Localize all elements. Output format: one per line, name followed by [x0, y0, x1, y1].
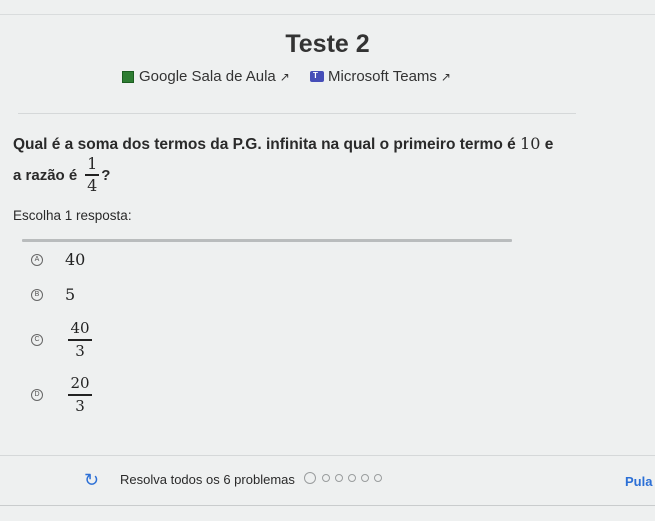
option-a[interactable]: A 40 [31, 250, 85, 269]
answer-instruction: Escolha 1 resposta: [13, 208, 132, 223]
option-b-radio[interactable]: B [31, 288, 43, 301]
option-d-denominator: 3 [75, 396, 85, 415]
option-a-value: 40 [65, 250, 86, 269]
ratio-label: a razão é [13, 166, 78, 184]
ratio-fraction: 1 4 [85, 154, 100, 195]
option-d[interactable]: D 20 3 [31, 375, 92, 415]
option-a-radio[interactable]: A [31, 253, 43, 266]
question-line-2: a razão é 1 4 ? [13, 155, 110, 195]
question-line-1: Qual é a soma dos termos da P.G. infinit… [13, 134, 553, 154]
header-divider [18, 113, 576, 114]
microsoft-teams-link[interactable]: Microsoft Teams ↗ [310, 68, 451, 85]
question-text: Qual é a soma dos termos da P.G. infinit… [13, 136, 516, 153]
progress-dots [304, 472, 387, 484]
fraction-bar [68, 394, 92, 396]
progress-dot [304, 472, 316, 484]
progress-dot [348, 474, 356, 482]
option-b-value: 5 [65, 285, 76, 304]
footer-divider [0, 455, 655, 456]
google-classroom-icon [122, 70, 134, 83]
progress-dot [335, 474, 343, 482]
option-c-numerator: 40 [70, 319, 90, 337]
ratio-denominator: 4 [87, 175, 98, 195]
option-d-radio[interactable]: D [31, 388, 43, 401]
option-c[interactable]: C 40 3 [31, 320, 92, 360]
progress-dot [374, 474, 382, 482]
google-classroom-label: Google Sala de Aula [139, 68, 276, 85]
option-d-numerator: 20 [70, 374, 90, 392]
ratio-numerator: 1 [87, 154, 98, 174]
refresh-icon[interactable]: ↻ [84, 470, 99, 491]
top-divider [0, 14, 655, 15]
first-term-value: 10 [520, 134, 541, 153]
share-links: Google Sala de Aula ↗ Microsoft Teams ↗ [0, 68, 655, 88]
progress-label: Resolva todos os 6 problemas [120, 472, 295, 487]
option-b[interactable]: B 5 [31, 285, 75, 304]
question-mark: ? [101, 166, 111, 184]
page-title: Teste 2 [285, 30, 370, 58]
progress-dot [361, 474, 369, 482]
skip-button[interactable]: Pula [625, 474, 652, 489]
option-c-denominator: 3 [75, 341, 85, 360]
question-connector: e [544, 136, 554, 153]
option-c-fraction: 40 3 [68, 320, 92, 360]
fraction-bar [68, 339, 92, 341]
option-d-fraction: 20 3 [68, 375, 92, 415]
progress-dot [322, 474, 330, 482]
external-link-icon: ↗ [279, 69, 290, 84]
microsoft-teams-label: Microsoft Teams [328, 68, 437, 85]
external-link-icon: ↗ [440, 69, 451, 84]
footer-bar: ↻ Resolva todos os 6 problemas Pula [0, 470, 655, 490]
bottom-divider [0, 505, 655, 506]
google-classroom-link[interactable]: Google Sala de Aula ↗ [122, 68, 290, 85]
option-c-radio[interactable]: C [31, 333, 43, 346]
microsoft-teams-icon [310, 71, 324, 82]
options-divider [22, 239, 512, 242]
